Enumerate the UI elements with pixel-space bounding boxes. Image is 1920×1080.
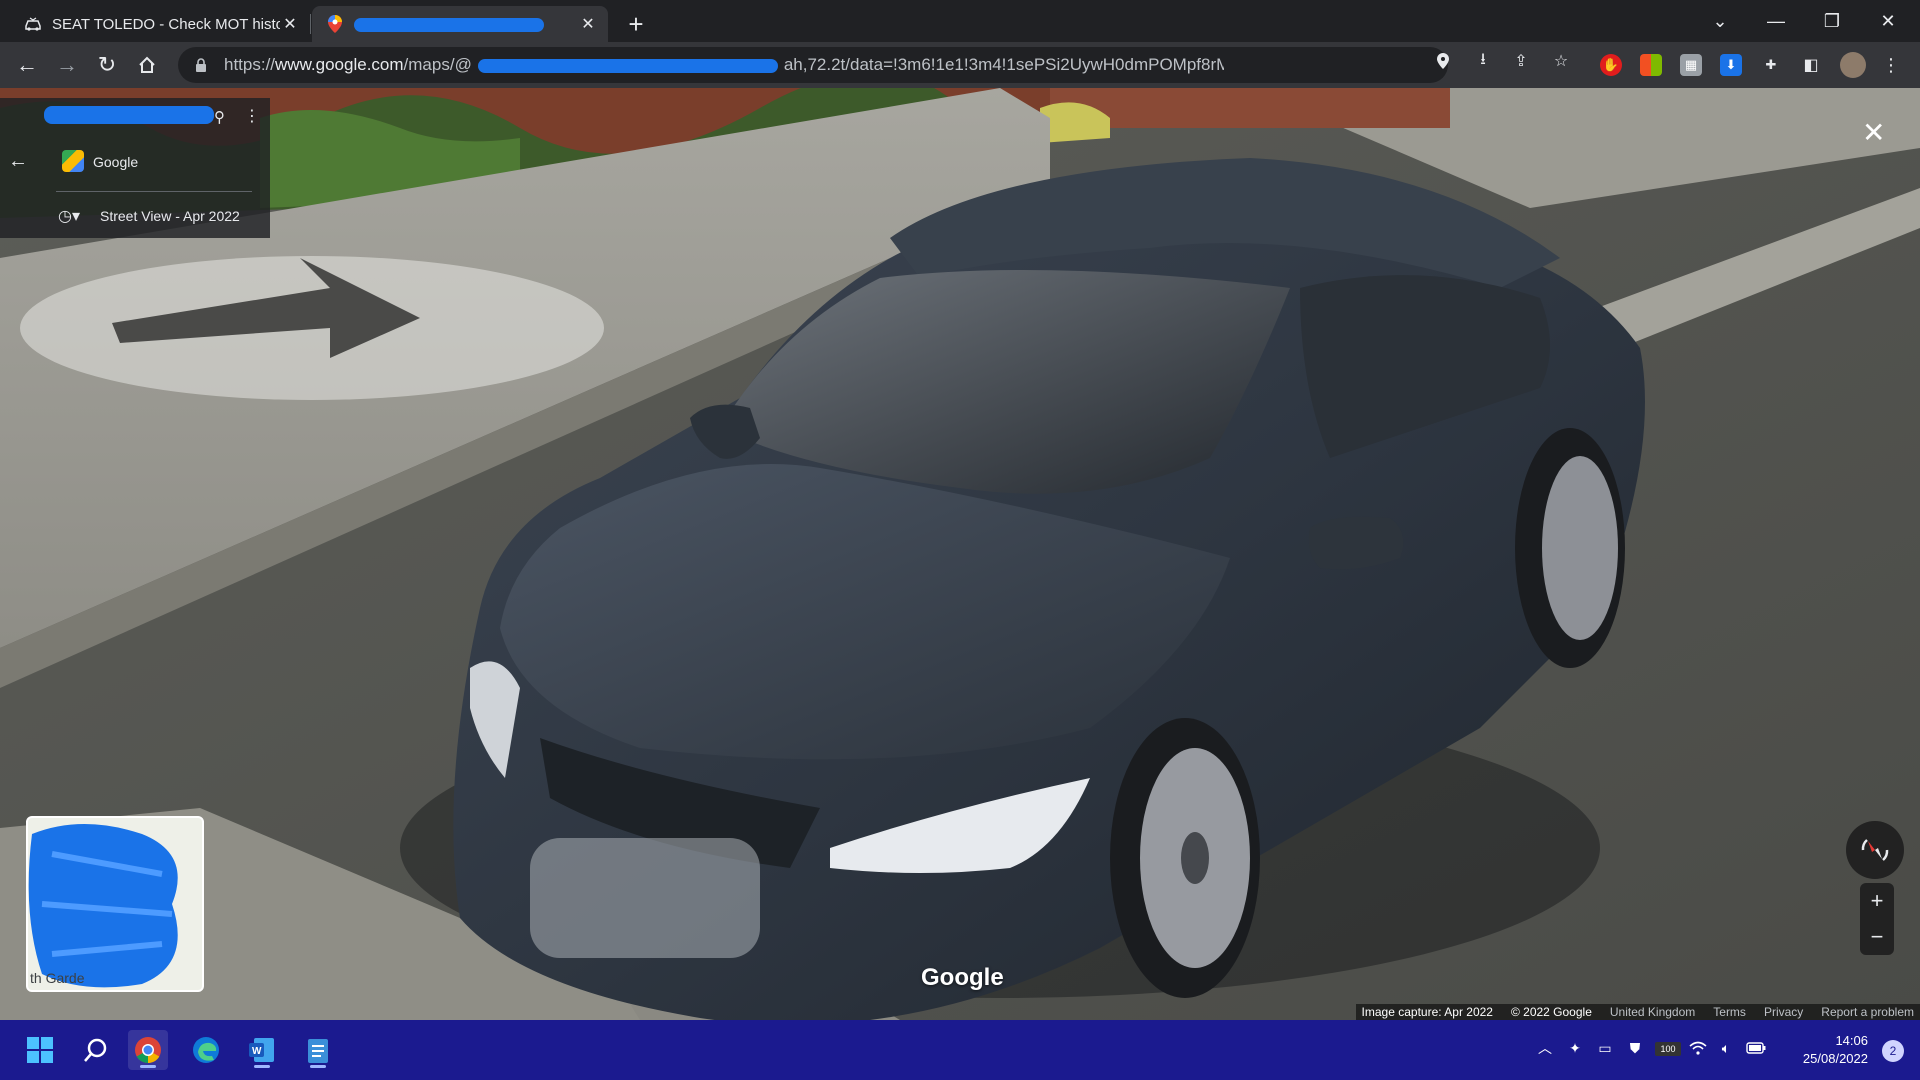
url-text[interactable]: https://www.google.com/maps/@ ah,72.2t/da…: [224, 55, 1224, 75]
clock-date: 25/08/2022: [1802, 1051, 1868, 1066]
clock-time: 14:06: [1835, 1033, 1868, 1048]
chrome-menu-icon[interactable]: ⋮: [1880, 54, 1902, 76]
minimap[interactable]: th Garde: [26, 816, 204, 992]
notepad-icon: [308, 1039, 328, 1063]
home-icon: [139, 56, 155, 73]
lock-icon[interactable]: [192, 56, 210, 74]
office-extension-icon[interactable]: [1640, 54, 1662, 76]
forward-button[interactable]: →: [50, 48, 84, 82]
bookmark-star-icon[interactable]: ☆: [1550, 50, 1572, 72]
time-travel-clock-icon[interactable]: ◷▾: [58, 206, 80, 226]
reload-icon: ↻: [97, 52, 117, 77]
extensions-puzzle-icon[interactable]: ✚: [1760, 54, 1782, 76]
adblock-extension-icon[interactable]: ✋: [1600, 54, 1622, 76]
privacy-link[interactable]: Privacy: [1764, 1005, 1803, 1019]
taskbar-edge[interactable]: [186, 1030, 226, 1070]
taskbar-notepad[interactable]: [298, 1030, 338, 1070]
close-tab-icon[interactable]: ✕: [578, 14, 598, 34]
car-icon: [24, 15, 42, 33]
close-street-view-button[interactable]: ✕: [1862, 116, 1885, 149]
notification-count-badge[interactable]: 2: [1882, 1040, 1904, 1062]
share-icon[interactable]: ⇪: [1510, 50, 1532, 72]
running-indicator: [140, 1065, 156, 1068]
zoom-controls: + −: [1860, 883, 1894, 955]
start-button[interactable]: [20, 1030, 60, 1070]
chevron-up-icon[interactable]: ︿: [1535, 1038, 1555, 1058]
extension-icon[interactable]: ▦: [1680, 54, 1702, 76]
tab-title: SEAT TOLEDO - Check MOT histo: [52, 15, 280, 33]
arrow-left-icon[interactable]: ←: [8, 150, 28, 173]
redaction-scribble: [44, 106, 214, 124]
side-panel-icon[interactable]: ◧: [1800, 54, 1822, 76]
location-info-card: ← ⚲ ⋮ Google ◷▾ Street View - Apr 2022: [0, 98, 270, 238]
image-capture-date: Image capture: Apr 2022: [1361, 1005, 1493, 1019]
address-bar[interactable]: https://www.google.com/maps/@ ah,72.2t/da…: [178, 47, 1448, 83]
search-button[interactable]: [76, 1030, 116, 1070]
arrow-right-icon: →: [56, 52, 78, 77]
compass-icon: [1861, 839, 1889, 861]
region-link[interactable]: United Kingdom: [1610, 1005, 1695, 1019]
new-tab-button[interactable]: +: [620, 8, 652, 40]
tab-mot-history[interactable]: SEAT TOLEDO - Check MOT histo ✕: [10, 6, 310, 42]
running-indicator: [310, 1065, 326, 1068]
windows-taskbar: W ︿ ✦ ▭ ⛊ 100 🔈︎ 14:06 25/08/2022 2: [0, 1020, 1920, 1080]
svg-text:W: W: [252, 1046, 262, 1057]
taskbar-chrome[interactable]: [128, 1030, 168, 1070]
zoom-out-button[interactable]: −: [1860, 919, 1894, 955]
compass-button[interactable]: [1846, 821, 1904, 879]
running-indicator: [254, 1065, 270, 1068]
taskbar-word[interactable]: W: [242, 1030, 282, 1070]
minimize-button[interactable]: —: [1748, 0, 1804, 42]
location-pin-icon[interactable]: [1432, 50, 1454, 72]
close-window-button[interactable]: ✕: [1860, 0, 1916, 42]
reload-button[interactable]: ↻: [90, 48, 124, 82]
image-source[interactable]: Google: [93, 154, 138, 170]
street-view-date: Street View - Apr 2022: [100, 208, 240, 224]
terms-link[interactable]: Terms: [1713, 1005, 1746, 1019]
tab-title-redacted: [354, 16, 578, 33]
volume-icon[interactable]: 🔈︎: [1716, 1038, 1736, 1058]
redaction-scribble: [354, 17, 544, 32]
redaction-scribble: [28, 824, 178, 988]
google-maps-logo-icon: [62, 150, 84, 172]
download-extension-icon[interactable]: ⬇: [1720, 54, 1742, 76]
browser-toolbar: ← → ↻ https://www.google.com/maps/@ ah,72…: [0, 42, 1920, 88]
map-pin-icon[interactable]: ⚲: [214, 108, 225, 126]
street-view-panorama[interactable]: ← ⚲ ⋮ Google ◷▾ Street View - Apr 2022 ✕…: [0, 88, 1920, 1020]
attribution-bar: Image capture: Apr 2022 © 2022 Google Un…: [1355, 1004, 1920, 1020]
zoom-in-button[interactable]: +: [1860, 883, 1894, 919]
windows-logo-icon: [27, 1037, 53, 1063]
chrome-icon: [135, 1037, 161, 1064]
back-button[interactable]: ←: [10, 48, 44, 82]
display-icon[interactable]: ▭: [1595, 1038, 1615, 1058]
wifi-icon[interactable]: [1688, 1038, 1708, 1058]
tab-separator: [310, 14, 311, 34]
battery-icon[interactable]: [1746, 1038, 1766, 1058]
security-shield-icon[interactable]: ⛊: [1625, 1038, 1645, 1058]
close-tab-icon[interactable]: ✕: [280, 14, 300, 34]
street-view-image[interactable]: [0, 88, 1920, 1020]
install-app-icon[interactable]: ⭳: [1472, 50, 1494, 72]
restore-button[interactable]: ❐: [1804, 0, 1860, 42]
report-problem-link[interactable]: Report a problem: [1821, 1005, 1914, 1019]
more-options-icon[interactable]: ⋮: [244, 106, 260, 126]
redaction-scribble: [477, 58, 778, 73]
tab-search-button[interactable]: ⌄: [1692, 0, 1748, 42]
edge-icon: [193, 1037, 219, 1063]
minimap-street-label: th Garde: [30, 970, 85, 986]
tray-app-icon[interactable]: ✦: [1565, 1038, 1585, 1058]
system-clock[interactable]: 14:06 25/08/2022: [1803, 1032, 1868, 1068]
divider: [56, 191, 252, 192]
profile-avatar[interactable]: [1840, 52, 1866, 78]
tab-google-maps[interactable]: ✕: [312, 6, 608, 42]
battery-level-badge[interactable]: 100: [1655, 1042, 1681, 1056]
home-button[interactable]: [130, 48, 164, 82]
maps-pin-icon: [326, 15, 344, 33]
copyright: © 2022 Google: [1510, 1005, 1592, 1019]
search-icon: [84, 1038, 107, 1062]
tab-strip: SEAT TOLEDO - Check MOT histo ✕ ✕ + ⌄ — …: [0, 0, 1920, 42]
word-icon: W: [249, 1038, 274, 1062]
arrow-left-icon: ←: [16, 52, 38, 77]
google-watermark: Google: [921, 964, 1004, 991]
